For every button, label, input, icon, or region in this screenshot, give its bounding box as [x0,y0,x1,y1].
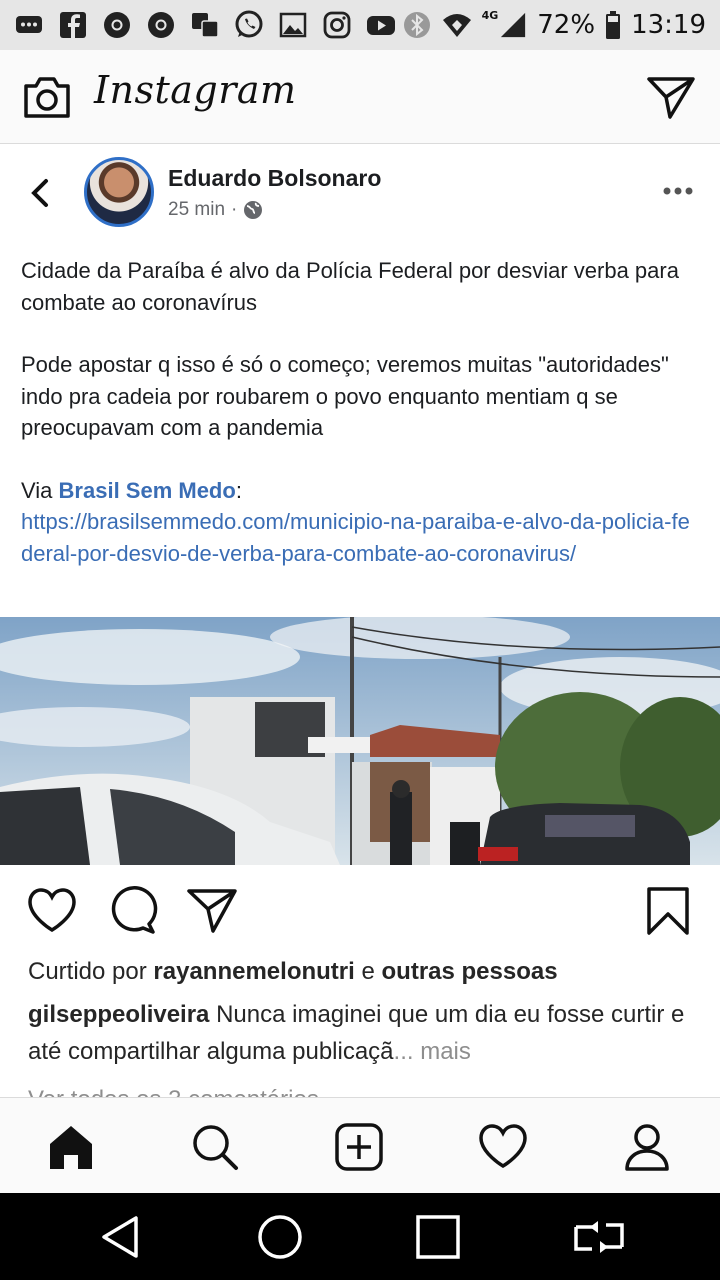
chat-bubble-icon [14,10,44,40]
bluetooth-icon [402,10,432,40]
app-logo: Instagram [94,68,297,112]
back-triangle-icon [102,1216,138,1258]
search-icon [193,1125,238,1170]
direct-share-icon [187,889,237,933]
post-actions [0,866,720,956]
tab-search[interactable] [190,1122,240,1172]
tab-activity[interactable] [478,1122,528,1172]
post-source: Via Brasil Sem Medo: [21,475,701,507]
tab-home[interactable] [46,1122,96,1172]
tab-profile[interactable] [622,1122,672,1172]
post-paragraph: Pode apostar q isso é só o começo; verem… [21,352,669,440]
more-options-icon [663,187,693,195]
caption-ellipsis: ... [393,1038,414,1065]
post-meta: 25 min · [168,199,263,221]
comment-button[interactable] [106,886,158,936]
post-photo [0,617,720,865]
wifi-icon [442,10,472,40]
heart-icon [28,888,76,933]
post-body: Cidade da Paraíba é alvo da Polícia Fede… [21,255,701,569]
facebook-icon [58,10,88,40]
liked-by-and: e [361,958,375,985]
save-button[interactable] [644,886,692,936]
tab-new-post[interactable] [334,1122,384,1172]
profile-icon [625,1124,669,1171]
battery-icon [606,11,621,39]
author-avatar [84,157,154,227]
new-post-icon [335,1123,383,1171]
globe-icon [244,201,263,219]
author-name: Eduardo Bolsonaro [168,165,382,191]
youtube-icon [366,10,396,40]
signal-indicator: 4G [481,9,528,39]
post-time: 25 min [168,199,226,220]
system-status: 4G 72% 13:19 [402,9,706,40]
status-bar: 4G 72% 13:19 [0,0,720,50]
article-url: https://brasilsemmedo.com/municipio-na-p… [21,509,690,566]
post-paragraph: Cidade da Paraíba é alvo da Polícia Fede… [21,258,679,315]
whatsapp-icon [234,10,264,40]
home-icon [50,1126,92,1169]
caption: gilseppeoliveira Nunca imaginei que um d… [28,996,698,1070]
battery-percentage: 72% [537,10,596,40]
liked-by-others[interactable]: outras pessoas [382,958,558,985]
nav-switch-button[interactable] [572,1213,626,1261]
view-all-comments[interactable]: Ver todos os 3 comentários [28,1078,319,1098]
chrome-icon [146,10,176,40]
source-link: Brasil Sem Medo [58,477,236,503]
caption-username[interactable]: gilseppeoliveira [28,1001,209,1028]
meta-separator: · [231,199,238,220]
nav-recents-button[interactable] [414,1213,462,1261]
back-arrow-icon [31,179,48,207]
bookmark-icon [647,887,689,935]
street-photo-illustration [0,617,720,865]
shared-post: Eduardo Bolsonaro 25 min · Cidade da Par… [0,145,720,617]
camera-icon[interactable] [22,74,72,120]
direct-message-icon[interactable] [646,74,696,120]
home-circle-icon [258,1215,302,1259]
share-button[interactable] [186,886,238,936]
recents-square-icon [416,1215,460,1259]
activity-icon [479,1124,527,1169]
nav-back-button[interactable] [98,1213,146,1261]
instagram-icon [322,10,352,40]
translate-icon [190,10,220,40]
network-type: 4G [481,9,499,22]
clock: 13:19 [631,10,706,40]
switch-apps-icon [574,1221,624,1253]
caption-more-link[interactable]: mais [420,1038,471,1065]
signal-icon [501,12,526,38]
like-button[interactable] [26,886,78,936]
comment-icon [111,886,158,934]
bottom-tab-bar [0,1097,720,1193]
notification-icons [14,10,396,40]
likes-summary: Curtido por rayannemelonutri e outras pe… [28,958,558,986]
app-header: Instagram [0,50,720,144]
gallery-icon [278,10,308,40]
nav-home-button[interactable] [256,1213,304,1261]
liked-by-user[interactable]: rayannemelonutri [153,958,354,985]
chrome-icon [102,10,132,40]
source-colon: : [235,477,242,503]
liked-by-prefix: Curtido por [28,958,147,985]
via-label: Via [21,477,53,503]
android-nav-bar [0,1193,720,1280]
